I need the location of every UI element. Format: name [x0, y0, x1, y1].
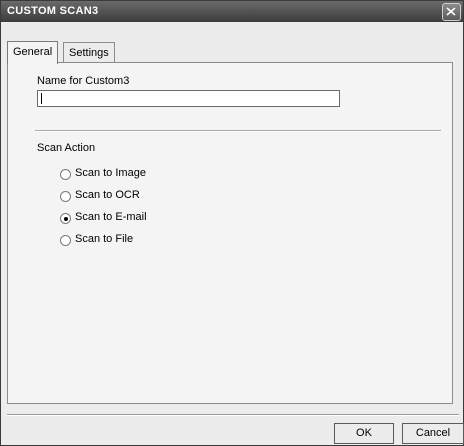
cancel-button[interactable]: Cancel	[402, 423, 464, 444]
radio-label: Scan to E-mail	[75, 211, 147, 223]
text-caret	[41, 93, 42, 104]
scan-action-label: Scan Action	[37, 142, 96, 154]
radio-label: Scan to OCR	[75, 189, 140, 201]
name-label: Name for Custom3	[37, 75, 130, 87]
radio-button[interactable]	[60, 169, 71, 180]
ok-button[interactable]: OK	[334, 423, 394, 444]
radio-button-selected[interactable]	[60, 213, 71, 224]
tab-general[interactable]: General	[7, 41, 59, 64]
footer-divider	[7, 414, 459, 416]
radio-label: Scan to File	[75, 233, 134, 245]
tab-settings[interactable]: Settings	[63, 42, 115, 63]
divider	[35, 130, 441, 132]
close-icon	[446, 7, 456, 16]
radio-label: Scan to Image	[75, 167, 146, 179]
close-button[interactable]	[442, 3, 461, 21]
name-input[interactable]	[37, 90, 340, 107]
radio-button[interactable]	[60, 191, 71, 202]
window-title: CUSTOM SCAN3	[7, 5, 99, 17]
title-bar[interactable]: CUSTOM SCAN3	[1, 1, 463, 22]
general-tab-panel: Name for Custom3 Scan Action Scan to Ima…	[7, 62, 453, 404]
radio-button[interactable]	[60, 235, 71, 246]
custom-scan-dialog: CUSTOM SCAN3 General Settings Name for C…	[0, 0, 464, 446]
